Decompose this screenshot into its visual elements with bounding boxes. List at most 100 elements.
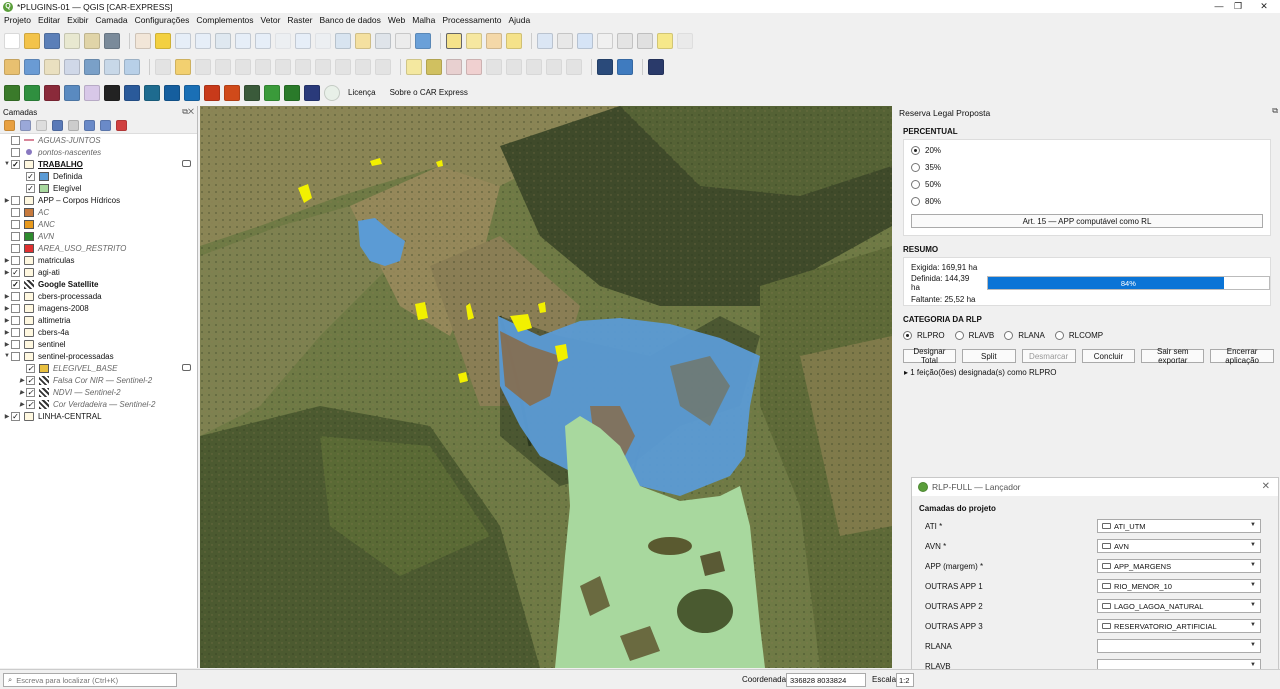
expand-arrow-icon[interactable]: ▶ (3, 197, 11, 204)
menu-complementos[interactable]: Complementos (196, 15, 253, 25)
diagram-icon[interactable] (546, 58, 562, 75)
layer-item[interactable]: ▶ cbers-4a (0, 326, 197, 338)
layer-item[interactable]: ▼ ✓ TRABALHO (0, 158, 197, 170)
sair-sem-exportar-button[interactable]: Sair sem exportar (1141, 347, 1205, 365)
city-icon[interactable] (304, 84, 320, 101)
layer-item[interactable]: AREA_USO_RESTRITO (0, 242, 197, 254)
spatial-bookmark-icon[interactable] (355, 33, 371, 49)
chevron-down-icon[interactable]: ▼ (1250, 642, 1256, 648)
license-button[interactable]: Licença (348, 88, 376, 97)
style-layer-icon[interactable] (4, 120, 15, 131)
terrain-icon[interactable] (244, 84, 260, 101)
world-icon[interactable] (184, 84, 200, 101)
select-location-icon[interactable] (506, 33, 522, 49)
layer-item[interactable]: pontos-nascentes (0, 146, 197, 158)
zoom-native-icon[interactable] (275, 33, 291, 49)
layer-item[interactable]: AC (0, 206, 197, 218)
new-project-icon[interactable] (4, 33, 20, 49)
menu-processamento[interactable]: Processamento (442, 15, 501, 25)
expand-arrow-icon[interactable]: ▶ (3, 341, 11, 348)
show-hide-labels-icon[interactable] (466, 58, 482, 75)
menu-malha[interactable]: Malha (412, 15, 435, 25)
filter-indicator-icon[interactable] (182, 364, 191, 371)
zoom-in-icon[interactable] (175, 33, 191, 49)
layer-visibility-checkbox[interactable] (11, 243, 20, 253)
about-button[interactable]: Sobre o CAR Express (390, 88, 468, 97)
chevron-down-icon[interactable]: ▼ (1250, 562, 1256, 568)
remove-layer-icon[interactable] (116, 120, 127, 131)
add-wms-icon[interactable] (104, 58, 120, 75)
zoom-last-icon[interactable] (295, 33, 311, 49)
layer-item[interactable]: ✓ Google Satellite (0, 278, 197, 290)
layer-visibility-checkbox[interactable]: ✓ (11, 279, 20, 289)
layer-visibility-checkbox[interactable]: ✓ (26, 171, 35, 181)
layer-visibility-checkbox[interactable]: ✓ (26, 387, 35, 397)
search-globe-icon[interactable] (164, 84, 180, 101)
expand-arrow-icon[interactable]: ▶ (18, 389, 26, 396)
chevron-down-icon[interactable]: ▼ (1250, 602, 1256, 608)
radio-button[interactable] (1004, 330, 1014, 340)
layer-visibility-checkbox[interactable]: ✓ (26, 183, 35, 193)
filter-expression-icon[interactable] (68, 120, 79, 131)
menu-editar[interactable]: Editar (38, 15, 60, 25)
menu-exibir[interactable]: Exibir (67, 15, 88, 25)
fire-icon[interactable] (204, 84, 220, 101)
open-project-icon[interactable] (24, 33, 40, 49)
copy-features-icon[interactable] (315, 58, 331, 75)
refresh-icon[interactable] (415, 33, 431, 49)
layer-item[interactable]: ▶ matriculas (0, 254, 197, 266)
measure-icon[interactable] (637, 33, 653, 49)
layer-visibility-checkbox[interactable] (11, 231, 20, 241)
statistics-icon[interactable] (597, 33, 613, 49)
expand-arrow-icon[interactable]: ▶ (3, 257, 11, 264)
category-option[interactable]: RLPRO (903, 330, 945, 340)
chevron-down-icon[interactable]: ▼ (1250, 622, 1256, 628)
modify-attributes-icon[interactable] (255, 58, 271, 75)
layer-item[interactable]: ✓ Definida (0, 170, 197, 182)
launcher-close-icon[interactable]: ✕ (1262, 481, 1270, 492)
shapes-icon[interactable] (84, 84, 100, 101)
expand-arrow-icon[interactable]: ▶ (3, 269, 11, 276)
open-table-icon[interactable] (617, 33, 633, 49)
layout-manager-icon[interactable] (84, 33, 100, 49)
zoom-full-icon[interactable] (215, 33, 231, 49)
help-icon[interactable] (648, 58, 664, 75)
expand-arrow-icon[interactable]: ▶ (3, 317, 11, 324)
save-project-icon[interactable] (44, 33, 60, 49)
layer-visibility-checkbox[interactable] (11, 219, 20, 229)
compass-icon[interactable] (144, 84, 160, 101)
attribute-table-icon[interactable] (557, 33, 573, 49)
coordinate-field[interactable]: 336828 8033824 (786, 673, 866, 687)
designar-total-button[interactable]: Designar Total (903, 347, 956, 365)
pin-labels-icon[interactable] (446, 58, 462, 75)
print-layout-icon[interactable] (64, 33, 80, 49)
category-option[interactable]: RLAVB (954, 330, 994, 340)
menu-ajuda[interactable]: Ajuda (508, 15, 530, 25)
delete-selected-icon[interactable] (275, 58, 291, 75)
layer-visibility-checkbox[interactable]: ✓ (11, 159, 20, 169)
add-group-icon[interactable] (20, 120, 31, 131)
layer-visibility-checkbox[interactable]: ✓ (11, 267, 20, 277)
layer-item[interactable]: ▶ ✓ NDVI — Sentinel-2 (0, 386, 197, 398)
radio-button[interactable] (1054, 330, 1064, 340)
layer-item[interactable]: ✓ Elegível (0, 182, 197, 194)
layer-item[interactable]: ANC (0, 218, 197, 230)
layer-select-combo[interactable]: RIO_MENOR_10 ▼ (1097, 579, 1261, 593)
layer-item[interactable]: ▶ imagens-2008 (0, 302, 197, 314)
satellite-icon[interactable] (104, 84, 120, 101)
layer-visibility-checkbox[interactable] (11, 135, 20, 145)
menu-projeto[interactable]: Projeto (4, 15, 31, 25)
menu-vetor[interactable]: Vetor (261, 15, 281, 25)
percent-option[interactable]: 35% (904, 159, 1270, 176)
cut-features-icon[interactable] (295, 58, 311, 75)
undo-icon[interactable] (355, 58, 371, 75)
menu-web[interactable]: Web (388, 15, 405, 25)
layer-labeling-icon[interactable] (426, 58, 442, 75)
layer-item[interactable]: ▶ sentinel (0, 338, 197, 350)
layer-visibility-checkbox[interactable]: ✓ (26, 363, 35, 373)
layer-visibility-checkbox[interactable] (11, 291, 20, 301)
collapse-arrow-icon[interactable]: ▼ (3, 353, 11, 359)
layer-visibility-checkbox[interactable] (11, 339, 20, 349)
add-vector-icon[interactable] (44, 58, 60, 75)
select-features-icon[interactable] (446, 33, 462, 49)
